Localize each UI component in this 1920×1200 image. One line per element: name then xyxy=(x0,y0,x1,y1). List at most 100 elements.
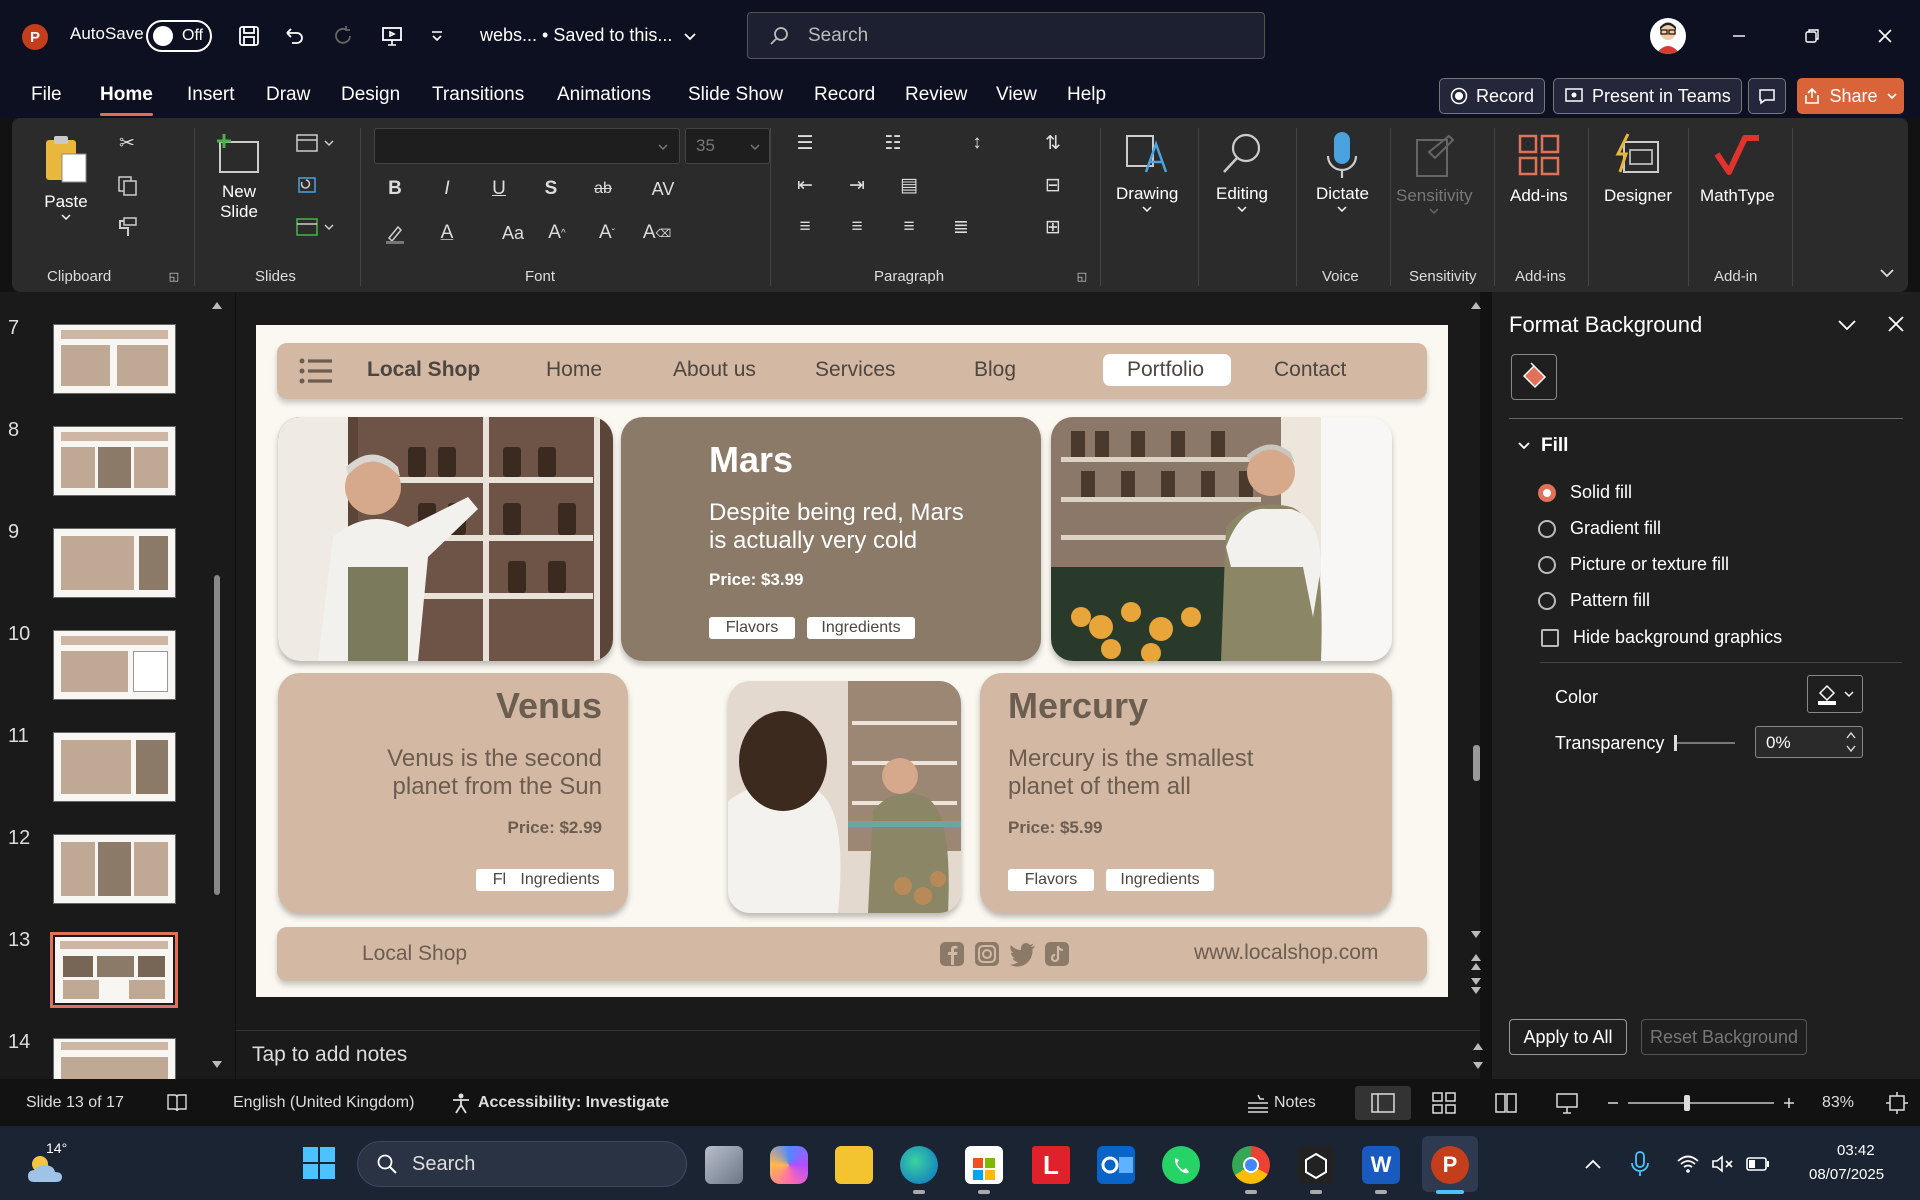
picture-fill-radio[interactable]: Picture or texture fill xyxy=(1538,554,1729,575)
windows-start-icon[interactable] xyxy=(301,1145,337,1181)
apply-to-all-button[interactable]: Apply to All xyxy=(1509,1019,1627,1055)
accessibility-status[interactable]: Accessibility: Investigate xyxy=(478,1094,669,1112)
zoom-slider[interactable] xyxy=(1628,1095,1774,1111)
add-ins-button[interactable]: Add-ins xyxy=(1510,132,1568,206)
nav-portfolio[interactable]: Portfolio xyxy=(1127,358,1204,382)
slide-sorter-icon[interactable] xyxy=(1432,1092,1456,1114)
mars-card[interactable]: Mars Despite being red, Mars is actually… xyxy=(621,417,1041,661)
present-in-teams-button[interactable]: Present in Teams xyxy=(1553,78,1742,114)
drawing-button[interactable]: Drawing xyxy=(1116,130,1178,214)
outlook-icon[interactable] xyxy=(1097,1146,1135,1184)
layout-icon[interactable] xyxy=(292,128,338,158)
notes-scroll-icon[interactable] xyxy=(1472,1041,1484,1071)
venus-card[interactable]: Venus Venus is the second planet from th… xyxy=(278,673,628,913)
facebook-icon[interactable] xyxy=(939,941,965,967)
tiktok-icon[interactable] xyxy=(1044,941,1070,967)
zoom-level[interactable]: 83% xyxy=(1822,1094,1854,1112)
undo-icon[interactable] xyxy=(278,20,310,52)
fill-section-header[interactable]: Fill xyxy=(1517,435,1568,457)
l-app-icon[interactable]: L xyxy=(1032,1146,1070,1184)
close-icon[interactable] xyxy=(1868,20,1902,52)
scroll-up-icon[interactable] xyxy=(211,300,223,310)
spinner-icon[interactable] xyxy=(1846,729,1856,755)
increase-indent-icon[interactable]: ⇥ xyxy=(842,170,872,200)
slide-footer[interactable]: Local Shop www.localshop.com xyxy=(277,927,1427,981)
slide-thumbnail-14[interactable] xyxy=(53,1038,176,1079)
slide-thumbnail-11[interactable] xyxy=(53,732,176,802)
wifi-icon[interactable] xyxy=(1677,1154,1699,1174)
decrease-indent-icon[interactable]: ⇤ xyxy=(790,170,820,200)
minimize-icon[interactable] xyxy=(1722,20,1756,52)
fit-to-window-icon[interactable] xyxy=(1886,1092,1908,1114)
pattern-fill-radio[interactable]: Pattern fill xyxy=(1538,590,1650,611)
previous-slide-icon[interactable] xyxy=(1470,952,1482,972)
shop-photo-customer[interactable] xyxy=(728,681,961,913)
align-left-icon[interactable]: ≡ xyxy=(790,212,820,242)
line-spacing-icon[interactable]: ↕ xyxy=(962,128,992,158)
scroll-thumb[interactable] xyxy=(214,575,220,895)
slide-thumbnail-13[interactable] xyxy=(50,932,178,1008)
transparency-input[interactable]: 0% xyxy=(1755,726,1863,758)
task-view-icon[interactable] xyxy=(705,1146,743,1184)
next-slide-icon[interactable] xyxy=(1470,976,1482,996)
volume-muted-icon[interactable] xyxy=(1711,1154,1735,1174)
nav-home[interactable]: Home xyxy=(546,358,602,382)
instagram-icon[interactable] xyxy=(974,941,1000,967)
shop-photo-shelves[interactable] xyxy=(278,417,613,661)
cut-icon[interactable]: ✂ xyxy=(112,128,142,158)
sensitivity-button[interactable]: Sensitivity xyxy=(1396,132,1473,216)
autosave-toggle[interactable]: Off xyxy=(146,20,212,52)
align-text-icon[interactable]: ⊟ xyxy=(1038,170,1068,200)
nav-about-us[interactable]: About us xyxy=(673,358,756,382)
edge-icon[interactable] xyxy=(900,1146,938,1184)
zoom-slider-handle[interactable] xyxy=(1684,1095,1690,1111)
microphone-icon[interactable] xyxy=(1630,1151,1650,1177)
mercury-tag-flavors[interactable]: Flavors xyxy=(1008,869,1094,891)
character-spacing-icon[interactable]: AV xyxy=(640,174,686,204)
restore-icon[interactable] xyxy=(1795,20,1829,52)
language[interactable]: English (United Kingdom) xyxy=(233,1094,414,1112)
solid-fill-radio[interactable]: Solid fill xyxy=(1538,482,1632,503)
section-icon[interactable] xyxy=(292,212,338,242)
mercury-tag-ingredients[interactable]: Ingredients xyxy=(1106,869,1214,891)
avatar[interactable] xyxy=(1650,18,1686,54)
document-title[interactable]: webs... • Saved to this... xyxy=(480,25,698,46)
slide-thumbnail-7[interactable] xyxy=(53,324,176,394)
mars-tag-ingredients[interactable]: Ingredients xyxy=(807,617,915,639)
decrease-font-size-icon[interactable]: Aˇ xyxy=(592,218,622,248)
powerpoint-taskbar-icon[interactable]: P xyxy=(1431,1146,1469,1184)
increase-font-size-icon[interactable]: A ^ xyxy=(542,218,572,248)
font-family-select[interactable] xyxy=(374,128,680,164)
clock-date[interactable]: 08/07/2025 xyxy=(1809,1166,1884,1183)
whatsapp-icon[interactable] xyxy=(1162,1146,1200,1184)
zoom-in-icon[interactable] xyxy=(1782,1096,1796,1110)
tab-file[interactable]: File xyxy=(31,84,62,106)
fill-tab-button[interactable] xyxy=(1511,354,1557,400)
search-box[interactable]: Search xyxy=(747,12,1265,59)
slide-nav-bar[interactable]: Local Shop Home About us Services Blog P… xyxy=(277,343,1427,399)
redo-icon[interactable] xyxy=(327,20,359,52)
reading-view-icon[interactable] xyxy=(1494,1092,1518,1114)
slide-show-icon[interactable] xyxy=(1555,1092,1579,1114)
spell-check-icon[interactable] xyxy=(166,1093,188,1113)
clock-time[interactable]: 03:42 xyxy=(1837,1142,1875,1159)
save-icon[interactable] xyxy=(233,20,265,52)
pane-close-icon[interactable] xyxy=(1887,315,1905,333)
gradient-fill-radio[interactable]: Gradient fill xyxy=(1538,518,1661,539)
twitter-icon[interactable] xyxy=(1009,941,1037,967)
zoom-out-icon[interactable] xyxy=(1606,1096,1620,1110)
tab-review[interactable]: Review xyxy=(905,84,967,106)
venus-tag-ingredients[interactable]: Ingredients xyxy=(506,869,614,891)
tab-transitions[interactable]: Transitions xyxy=(432,84,524,106)
mercury-card[interactable]: Mercury Mercury is the smallest planet o… xyxy=(980,673,1392,913)
notes-icon[interactable] xyxy=(1246,1093,1270,1113)
slide-canvas[interactable]: Local Shop Home About us Services Blog P… xyxy=(256,325,1448,997)
normal-view-button[interactable] xyxy=(1355,1086,1411,1120)
tab-insert[interactable]: Insert xyxy=(187,84,235,106)
reset-icon[interactable] xyxy=(292,170,322,200)
file-explorer-icon[interactable] xyxy=(835,1146,873,1184)
share-button[interactable]: Share xyxy=(1797,78,1904,114)
underline-icon[interactable]: U xyxy=(484,174,514,204)
slider-handle[interactable] xyxy=(1674,735,1677,751)
hide-background-graphics-checkbox[interactable]: Hide background graphics xyxy=(1541,627,1782,648)
